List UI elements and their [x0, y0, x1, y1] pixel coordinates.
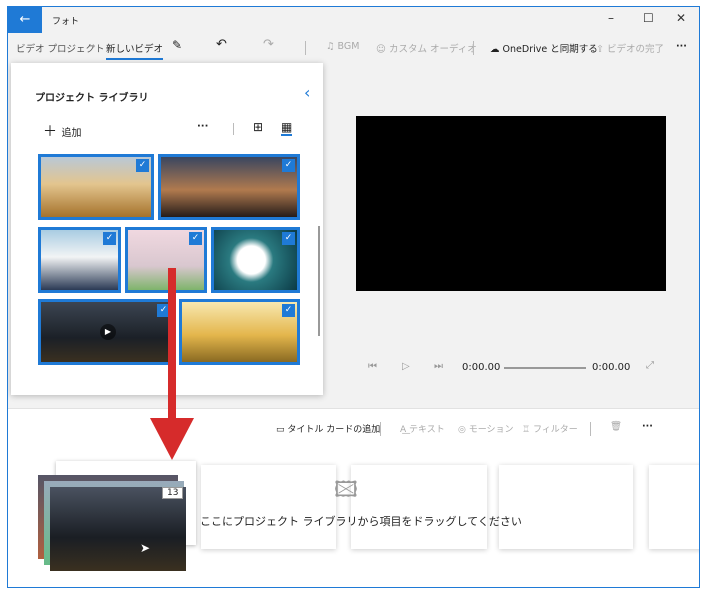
drag-stack[interactable]: 13 ➤ — [38, 461, 196, 573]
motion-icon: ◎ — [458, 425, 469, 435]
small-grid-icon[interactable]: ▦ — [281, 120, 293, 136]
scrollbar[interactable] — [318, 226, 320, 336]
library-title: プロジェクト ライブラリ — [35, 93, 149, 104]
drag-count-badge: 13 — [162, 487, 184, 499]
media-thumbnail[interactable]: ✓ — [38, 227, 121, 293]
photos-window: ← フォト – ☐ ✕ ビデオ プロジェクト › 新しいビデオ ✎ ↶ ↷ ♫ … — [7, 6, 700, 588]
add-button[interactable]: ＋ 追加 — [43, 121, 81, 141]
play-icon: ▶ — [100, 324, 116, 340]
title-card-icon: ▭ — [276, 425, 288, 435]
checkmark-icon[interactable]: ✓ — [282, 304, 295, 317]
drop-hint: ここにプロジェクト ライブラリから項目をドラッグしてください — [200, 515, 522, 528]
filter-button[interactable]: ♖ フィルター — [522, 422, 578, 435]
chevron-right-icon: › — [92, 41, 96, 52]
close-button[interactable]: ✕ — [676, 11, 686, 25]
checkmark-icon[interactable]: ✓ — [136, 159, 149, 172]
cursor-icon: ➤ — [140, 541, 151, 555]
media-thumbnail[interactable]: ✓ — [158, 154, 300, 220]
back-button[interactable]: ← — [8, 7, 42, 33]
video-preview[interactable] — [356, 116, 666, 291]
collapse-button[interactable]: ‹ — [304, 83, 310, 102]
storyboard-slot[interactable] — [499, 465, 633, 549]
finish-video-button[interactable]: ⇪ ビデオの完了 — [596, 41, 664, 55]
media-thumbnail[interactable]: ✓ — [211, 227, 300, 293]
more-button[interactable]: ··· — [676, 41, 687, 52]
fullscreen-icon[interactable]: ⤢ — [646, 360, 654, 371]
media-thumbnail[interactable]: ✓ — [179, 299, 300, 365]
add-title-card-button[interactable]: ▭ タイトル カードの追加 — [276, 422, 380, 435]
checkmark-icon[interactable]: ✓ — [103, 232, 116, 245]
current-time: 0:00.00 — [462, 362, 501, 373]
bgm-button[interactable]: ♫ BGM — [326, 41, 359, 52]
person-audio-icon: ☺ — [376, 44, 389, 55]
onedrive-sync-button[interactable]: ☁ OneDrive と同期する — [490, 41, 598, 55]
redo-icon[interactable]: ↷ — [263, 37, 274, 52]
checkmark-icon[interactable]: ✓ — [282, 232, 295, 245]
next-frame-icon[interactable]: ⏭ — [434, 361, 443, 372]
text-button[interactable]: A͟ テキスト — [400, 422, 445, 435]
title-bar: ← フォト – ☐ ✕ — [8, 7, 699, 33]
edit-pencil-icon[interactable]: ✎ — [172, 38, 182, 52]
library-more-button[interactable]: ··· — [197, 121, 208, 132]
undo-icon[interactable]: ↶ — [216, 37, 227, 52]
music-note-icon: ♫ — [326, 41, 338, 52]
motion-button[interactable]: ◎ モーション — [458, 422, 514, 435]
storyboard-slot[interactable] — [201, 465, 336, 549]
play-icon[interactable]: ▷ — [402, 361, 410, 372]
seek-bar[interactable] — [504, 367, 586, 369]
previous-frame-icon[interactable]: ⏮ — [368, 361, 377, 372]
plus-icon: ＋ — [43, 124, 62, 140]
share-icon: ⇪ — [596, 44, 607, 55]
storyboard-slot[interactable] — [649, 465, 699, 549]
breadcrumb-current[interactable]: 新しいビデオ — [106, 41, 164, 60]
drag-arrow — [150, 268, 194, 460]
project-toolbar: ビデオ プロジェクト › 新しいビデオ ✎ ↶ ↷ ♫ BGM ☺ カスタム オ… — [8, 33, 699, 61]
large-grid-icon[interactable]: ⊞ — [253, 120, 263, 134]
cloud-sync-icon: ☁ — [490, 44, 503, 55]
image-placeholder-icon: 🖾 — [334, 478, 358, 503]
minimize-button[interactable]: – — [608, 11, 614, 25]
app-title: フォト — [52, 17, 80, 27]
arrow-left-icon: ← — [19, 12, 31, 27]
custom-audio-button[interactable]: ☺ カスタム オーディオ — [376, 41, 477, 55]
storyboard: ▭ タイトル カードの追加 A͟ テキスト ◎ モーション ♖ フィルター 🗑 … — [8, 408, 699, 587]
checkmark-icon[interactable]: ✓ — [189, 232, 202, 245]
media-thumbnail[interactable]: ✓ — [38, 154, 154, 220]
maximize-button[interactable]: ☐ — [643, 11, 654, 25]
delete-icon[interactable]: 🗑 — [610, 421, 622, 432]
filter-brush-icon: ♖ — [522, 425, 533, 435]
storyboard-slot[interactable] — [351, 465, 487, 549]
checkmark-icon[interactable]: ✓ — [282, 159, 295, 172]
storyboard-more-button[interactable]: ··· — [642, 421, 653, 432]
text-icon: A͟ — [400, 425, 410, 435]
total-time: 0:00.00 — [592, 362, 631, 373]
